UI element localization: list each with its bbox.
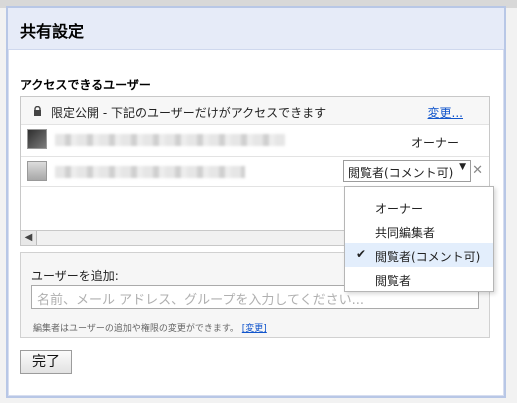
option-label: 閲覧者(コメント可) bbox=[375, 250, 481, 264]
hint-text: 編集者はユーザーの追加や権限の変更ができます。 bbox=[33, 324, 239, 334]
chevron-down-icon: ▼ bbox=[459, 162, 466, 172]
permissions-hint: 編集者はユーザーの追加や権限の変更ができます。 [変更] bbox=[33, 321, 267, 334]
arrow-left-icon[interactable]: ◀ bbox=[21, 231, 37, 245]
user-name-redacted bbox=[55, 166, 245, 178]
user-row-owner: オーナー bbox=[21, 125, 489, 157]
option-label: 閲覧者 bbox=[375, 274, 412, 288]
dialog-title: 共有設定 bbox=[20, 22, 85, 41]
access-section-label: アクセスできるユーザー bbox=[20, 78, 151, 92]
owner-role: オーナー bbox=[410, 136, 459, 150]
check-icon: ✔ bbox=[356, 247, 367, 261]
user-name-redacted bbox=[55, 134, 285, 146]
avatar bbox=[27, 129, 47, 149]
role-select-value: 閲覧者(コメント可) bbox=[348, 166, 454, 180]
role-dropdown-menu: オーナー 共同編集者 ✔ 閲覧者(コメント可) 閲覧者 bbox=[344, 186, 494, 292]
option-label: オーナー bbox=[375, 202, 424, 216]
dropdown-option-editor[interactable]: 共同編集者 bbox=[345, 219, 493, 243]
dropdown-option-viewer[interactable]: 閲覧者 bbox=[345, 267, 493, 291]
avatar bbox=[27, 161, 47, 181]
dropdown-option-owner[interactable]: オーナー bbox=[345, 195, 493, 219]
visibility-text: 限定公開 - 下記のユーザーだけがアクセスできます bbox=[51, 106, 327, 120]
done-button[interactable]: 完了 bbox=[20, 350, 72, 374]
change-permissions-link[interactable]: [変更] bbox=[242, 324, 267, 334]
dropdown-option-commenter[interactable]: ✔ 閲覧者(コメント可) bbox=[345, 243, 493, 267]
share-settings-dialog: 共有設定 アクセスできるユーザー 限定公開 - 下記のユーザーだけがアクセスでき… bbox=[6, 6, 506, 398]
change-visibility-link[interactable]: 変更... bbox=[428, 104, 463, 121]
close-icon[interactable]: ✕ bbox=[472, 163, 483, 178]
add-users-label: ユーザーを追加: bbox=[31, 269, 119, 283]
visibility-row: 限定公開 - 下記のユーザーだけがアクセスできます 変更... bbox=[21, 97, 489, 125]
user-row-viewer: 閲覧者(コメント可) ▼ ✕ bbox=[21, 157, 489, 187]
option-label: 共同編集者 bbox=[375, 226, 436, 240]
role-select[interactable]: 閲覧者(コメント可) ▼ bbox=[343, 160, 471, 182]
lock-icon bbox=[34, 106, 41, 116]
